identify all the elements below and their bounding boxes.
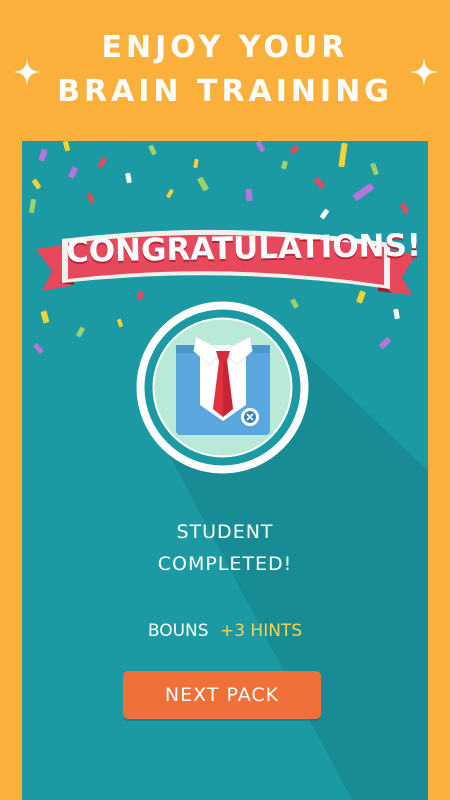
next-pack-button[interactable]: NEXT PACK [123, 671, 321, 719]
completed-label: COMPLETED! [157, 553, 293, 575]
level-name: STUDENT [176, 521, 274, 543]
bonus-hints-value: +3 HINTS [219, 621, 303, 641]
promo-title-line-1: ENJOY YOUR [101, 30, 349, 65]
bonus-line: BOUNS +3 HINTS [22, 619, 428, 643]
bonus-label: BOUNS [147, 621, 209, 641]
result-panel: CONGRATULATIONS! STUDENT COMPLETED! BOUN… [22, 141, 428, 800]
sparkle-icon [13, 58, 41, 86]
badge-shirt-icon [136, 301, 309, 474]
promo-header: ENJOY YOUR BRAIN TRAINING [0, 0, 450, 140]
sparkle-icon [410, 58, 438, 86]
promo-title-line-2: BRAIN TRAINING [57, 74, 393, 109]
congratulations-text: CONGRATULATIONS! [65, 227, 422, 270]
